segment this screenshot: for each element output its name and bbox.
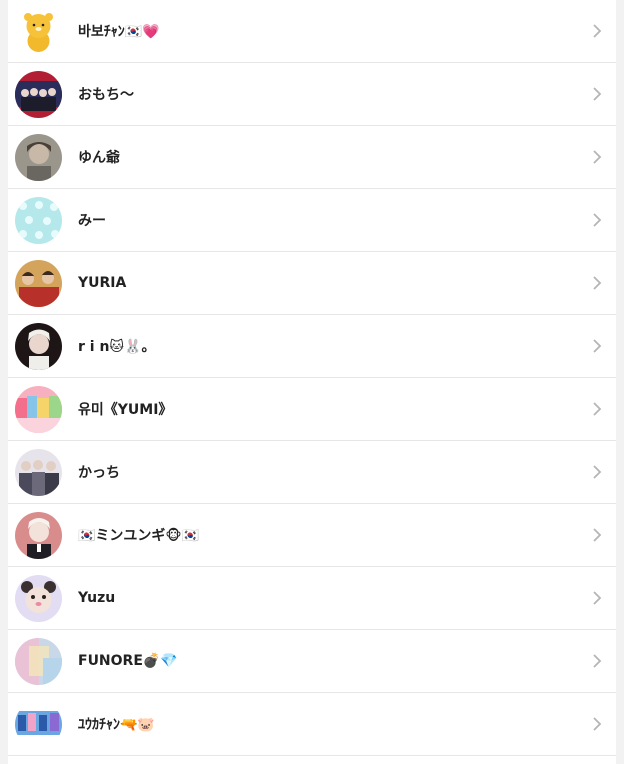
pastel-photo-avatar [15,637,62,685]
chevron-right-icon [592,24,602,38]
portrait-avatar [15,511,62,559]
contact-name: かっち [78,465,120,481]
list-item[interactable]: かっち [8,441,616,504]
contact-name: ゆん爺 [78,150,120,166]
colorful-photo-avatar [15,385,62,433]
chevron-right-icon [592,654,602,668]
list-item[interactable]: YURIA [8,252,616,315]
chevron-right-icon [592,150,602,164]
contact-name: Yuzu [78,590,116,606]
contact-name: r i n🐱🐰。 [78,339,156,355]
list-item[interactable]: Yuzu [8,567,616,630]
chevron-right-icon [592,717,602,731]
chevron-right-icon [592,339,602,353]
chevron-right-icon [592,276,602,290]
chevron-right-icon [592,528,602,542]
contact-name: 바보ﾁｬﾝ🇰🇷💗 [78,24,160,40]
list-item[interactable]: FUNORE💣💎 [8,630,616,693]
list-item[interactable]: 바보ﾁｬﾝ🇰🇷💗 [8,0,616,63]
contact-name: 🇰🇷ミンユンギ🐵🇰🇷 [78,528,200,544]
contact-name: 유미《YUMI》 [78,402,173,418]
contact-name: YURIA [78,275,127,291]
contact-name: FUNORE💣💎 [78,653,178,669]
chevron-right-icon [592,87,602,101]
chevron-right-icon [592,402,602,416]
pattern-avatar [15,196,62,244]
group-photo-avatar [15,259,62,307]
friend-list: 바보ﾁｬﾝ🇰🇷💗 おもち〜 ゆん爺 みー YURIA r i n🐱🐰。 유미《Y… [8,0,616,764]
list-item[interactable]: 🇰🇷ミンユンギ🐵🇰🇷 [8,504,616,567]
character-bear-avatar [15,7,62,55]
chevron-right-icon [592,591,602,605]
contact-name: みー [78,213,106,229]
list-item[interactable]: みー [8,189,616,252]
group-photo-avatar [15,448,62,496]
list-item[interactable]: ゆん爺 [8,126,616,189]
list-item[interactable]: r i n🐱🐰。 [8,315,616,378]
chevron-right-icon [592,465,602,479]
group-photo-avatar [15,70,62,118]
list-item[interactable]: 유미《YUMI》 [8,378,616,441]
list-item[interactable]: おもち〜 [8,63,616,126]
contact-name: ﾕｳｶﾁｬﾝ🔫🐷 [78,717,155,733]
group-photo-avatar [15,700,62,748]
portrait-avatar [15,322,62,370]
character-bear-avatar [15,574,62,622]
contact-name: おもち〜 [78,87,134,103]
portrait-avatar [15,133,62,181]
chevron-right-icon [592,213,602,227]
list-item[interactable]: ﾕｳｶﾁｬﾝ🔫🐷 [8,693,616,756]
